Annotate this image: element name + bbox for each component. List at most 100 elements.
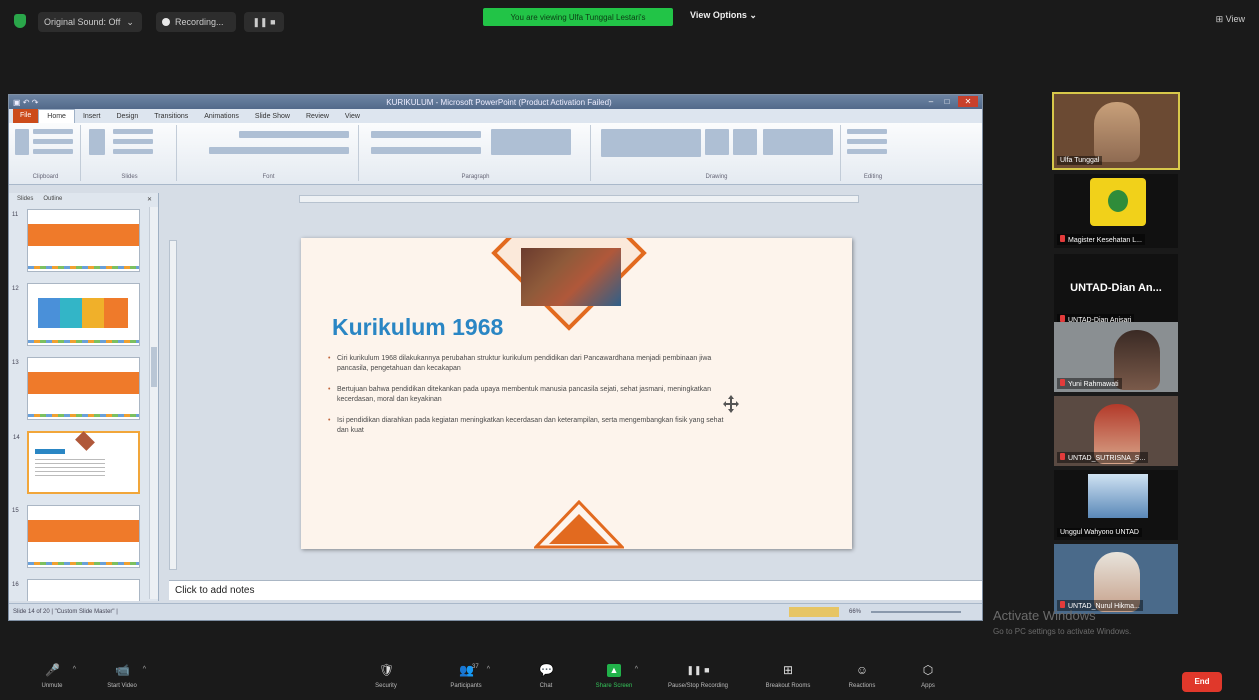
quick-styles-icon[interactable]: [733, 129, 757, 155]
participant-tile[interactable]: Unggul Wahyono UNTAD: [1054, 470, 1178, 540]
mic-icon: 🎤: [45, 663, 60, 677]
video-camera-icon: 📹: [115, 663, 130, 677]
paste-icon[interactable]: [15, 129, 29, 155]
pause-stop-recording-button[interactable]: ❚❚ ■ Pause/Stop Recording: [660, 664, 736, 698]
slide-notes-field[interactable]: Click to add notes: [169, 580, 982, 600]
list-buttons[interactable]: [371, 131, 481, 138]
tab-animations[interactable]: Animations: [196, 113, 247, 120]
participant-name-text: Yuni Rahmawati: [1068, 381, 1119, 388]
copy-button[interactable]: [33, 139, 73, 144]
participant-gallery: Ulfa Tunggal Magister Kesehatan L... UNT…: [1050, 92, 1180, 614]
chevron-up-icon[interactable]: ^: [73, 666, 76, 673]
shapes-gallery[interactable]: [601, 129, 701, 157]
encryption-shield-icon[interactable]: [14, 14, 26, 28]
activate-windows-watermark: Activate Windows: [993, 608, 1096, 623]
ppt-status-bar: Slide 14 of 20 | "Custom Slide Master" |…: [9, 603, 982, 620]
end-meeting-button[interactable]: End: [1182, 672, 1222, 692]
slide-number: 12: [12, 286, 19, 292]
scrollbar-thumb[interactable]: [151, 347, 157, 387]
slide-thumbnail[interactable]: 15: [12, 505, 140, 568]
participant-tile-active[interactable]: Ulfa Tunggal: [1052, 92, 1180, 170]
reactions-button[interactable]: ☺ Reactions: [832, 664, 892, 698]
participant-tile[interactable]: Magister Kesehatan L...: [1054, 174, 1178, 248]
slides-panel-scrollbar[interactable]: [149, 207, 158, 599]
minimize-icon[interactable]: –: [924, 96, 938, 107]
reset-button[interactable]: [113, 139, 153, 144]
participant-display-name: UNTAD-Dian An...: [1070, 282, 1162, 294]
zoom-slider[interactable]: [871, 611, 961, 613]
participant-video: [1094, 102, 1140, 162]
participant-tile[interactable]: Yuni Rahmawati: [1054, 322, 1178, 392]
close-panel-icon[interactable]: ✕: [147, 196, 152, 203]
apps-button[interactable]: ⬡ Apps: [898, 664, 958, 698]
tab-slide-show[interactable]: Slide Show: [247, 113, 298, 120]
thumbnail-band: [28, 372, 139, 394]
select-button[interactable]: [847, 149, 887, 154]
thumbnail-text: [35, 459, 105, 479]
pause-stop-recording-control[interactable]: ❚❚ ■: [244, 12, 284, 32]
slide-thumbnail-selected[interactable]: 14: [13, 431, 140, 494]
ribbon-group-label: Clipboard: [32, 174, 59, 180]
participant-video: [1088, 474, 1148, 518]
layout-button[interactable]: [113, 129, 153, 134]
participant-tile[interactable]: UNTAD_SUTRISNA_S...: [1054, 396, 1178, 466]
start-video-button[interactable]: 📹 ^ Start Video: [92, 664, 152, 698]
arrange-icon[interactable]: [705, 129, 729, 155]
tab-file[interactable]: File: [13, 109, 39, 123]
tab-view[interactable]: View: [337, 113, 368, 120]
format-painter-button[interactable]: [33, 149, 73, 154]
slide-thumbnail[interactable]: 16: [12, 579, 140, 601]
slide-thumbnail[interactable]: 13: [12, 357, 140, 420]
chevron-up-icon[interactable]: ^: [143, 666, 146, 673]
share-screen-button[interactable]: ▲ ^ Share Screen: [584, 664, 644, 698]
find-button[interactable]: [847, 129, 887, 134]
current-slide[interactable]: Kurikulum 1968 Ciri kurikulum 1968 dilak…: [301, 238, 852, 549]
tab-slides[interactable]: Slides: [17, 196, 33, 202]
recording-label: Recording...: [175, 17, 224, 27]
view-options-button[interactable]: View Options ⌄: [690, 10, 757, 21]
tab-insert[interactable]: Insert: [75, 113, 109, 120]
slide-thumbnail[interactable]: 11: [12, 209, 140, 272]
zoom-top-bar: Original Sound: Off ⌄ Recording... ❚❚ ■ …: [0, 0, 1259, 40]
ribbon-group-label: Font: [262, 174, 275, 180]
tab-transitions[interactable]: Transitions: [146, 113, 196, 120]
unmute-button[interactable]: 🎤 ^ Unmute: [22, 664, 82, 698]
ribbon-group-label: Paragraph: [461, 174, 490, 180]
chevron-up-icon[interactable]: ^: [487, 666, 490, 673]
smiley-icon: ☺: [855, 663, 869, 677]
slide-bullet-list: Ciri kurikulum 1968 dilakukannya perubah…: [327, 354, 727, 447]
tab-outline[interactable]: Outline: [43, 196, 62, 202]
tab-review[interactable]: Review: [298, 113, 337, 120]
maximize-icon[interactable]: □: [940, 96, 954, 107]
close-icon[interactable]: ✕: [958, 96, 978, 107]
view-layout-button[interactable]: ⊞ View: [1216, 14, 1245, 25]
replace-button[interactable]: [847, 139, 887, 144]
chat-button[interactable]: 💬 Chat: [516, 664, 576, 698]
participants-button[interactable]: 👥 37 ^ Participants: [436, 664, 496, 698]
font-style-buttons[interactable]: [209, 147, 349, 154]
cut-button[interactable]: [33, 129, 73, 134]
font-size-selector[interactable]: [239, 131, 349, 138]
thumbnail-diamond: [75, 431, 95, 451]
text-direction-buttons[interactable]: [491, 129, 571, 155]
pause-stop-icon: ❚❚ ■: [686, 665, 710, 675]
slide-thumbnail[interactable]: 12: [12, 283, 140, 346]
participant-tile[interactable]: UNTAD-Dian An... UNTAD-Dian Anisari: [1054, 254, 1178, 328]
align-buttons[interactable]: [371, 147, 481, 154]
view-buttons[interactable]: [789, 607, 839, 617]
original-sound-toggle[interactable]: Original Sound: Off ⌄: [38, 12, 142, 32]
breakout-rooms-button[interactable]: ⊞ Breakout Rooms: [758, 664, 818, 698]
tab-home[interactable]: Home: [38, 109, 75, 123]
tab-design[interactable]: Design: [108, 113, 146, 120]
slides-panel-tabs: Slides Outline ✕: [9, 193, 158, 205]
new-slide-icon[interactable]: [89, 129, 105, 155]
section-button[interactable]: [113, 149, 153, 154]
chevron-up-icon[interactable]: ^: [635, 666, 638, 673]
participant-tile[interactable]: UNTAD_Nurul Hikma...: [1054, 544, 1178, 614]
shield-icon: 🛡: [379, 663, 395, 677]
shape-fill-outline-buttons[interactable]: [763, 129, 833, 155]
participant-name: Unggul Wahyono UNTAD: [1057, 528, 1142, 537]
security-button[interactable]: 🛡 Security: [356, 664, 416, 698]
participant-name: Yuni Rahmawati: [1057, 378, 1122, 389]
ppt-title-bar: ▣ ↶ ↷ KURIKULUM - Microsoft PowerPoint (…: [9, 95, 982, 109]
